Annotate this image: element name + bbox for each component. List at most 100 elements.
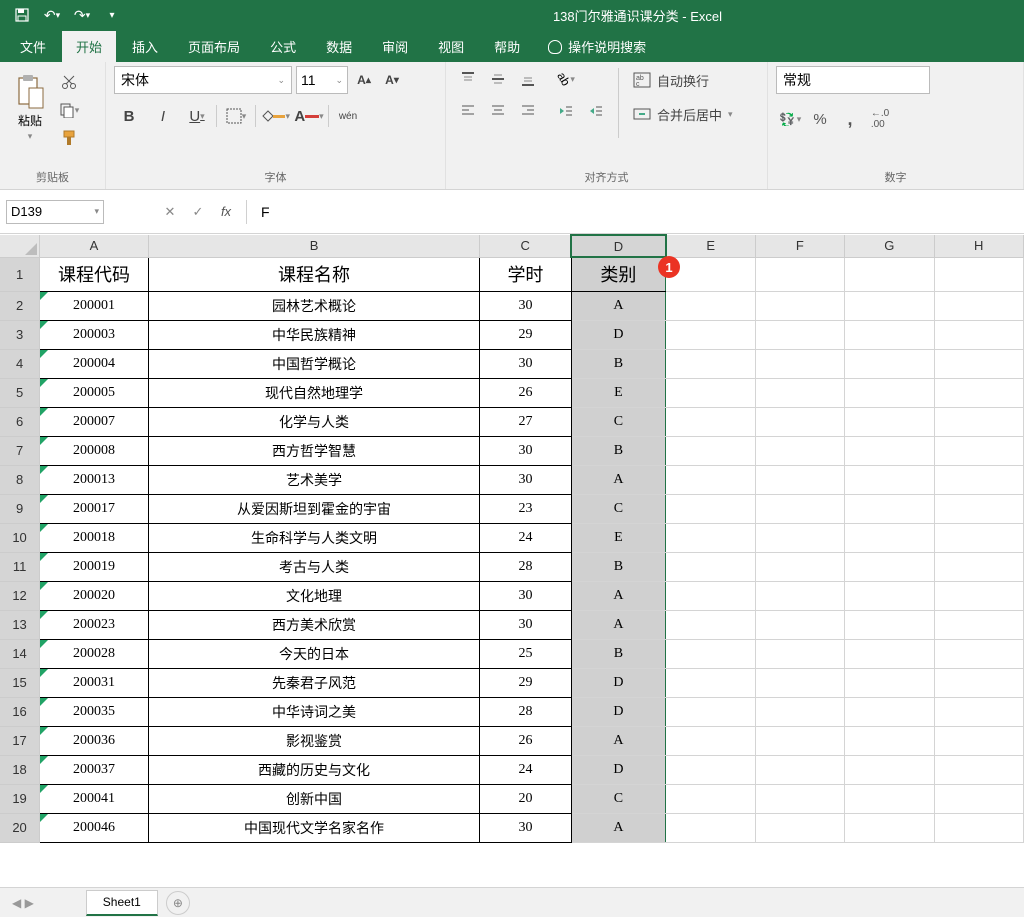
row-header-12[interactable]: 12 — [0, 581, 40, 610]
empty-cell[interactable] — [845, 668, 934, 697]
empty-cell[interactable] — [755, 378, 844, 407]
align-left-button[interactable] — [454, 98, 482, 124]
empty-cell[interactable] — [934, 523, 1024, 552]
cell-c18[interactable]: 24 — [480, 755, 571, 784]
header-cell[interactable]: 课程名称 — [148, 257, 479, 291]
cell-a9[interactable]: 200017 — [40, 494, 149, 523]
empty-cell[interactable] — [666, 494, 755, 523]
empty-cell[interactable] — [934, 552, 1024, 581]
align-center-button[interactable] — [484, 98, 512, 124]
cell-d3[interactable]: D — [571, 320, 666, 349]
cell-c14[interactable]: 25 — [480, 639, 571, 668]
cell-b14[interactable]: 今天的日本 — [148, 639, 479, 668]
cell-a16[interactable]: 200035 — [40, 697, 149, 726]
empty-cell[interactable] — [934, 610, 1024, 639]
empty-cell[interactable] — [755, 784, 844, 813]
tell-me-search[interactable]: 操作说明搜索 — [536, 31, 658, 62]
cell-a4[interactable]: 200004 — [40, 349, 149, 378]
empty-cell[interactable] — [845, 610, 934, 639]
empty-cell[interactable] — [666, 465, 755, 494]
fill-color-button[interactable]: ▾ — [260, 102, 290, 130]
row-header-3[interactable]: 3 — [0, 320, 40, 349]
row-header-1[interactable]: 1 — [0, 257, 40, 291]
empty-cell[interactable] — [666, 697, 755, 726]
cell-b9[interactable]: 从爱因斯坦到霍金的宇宙 — [148, 494, 479, 523]
cell-c4[interactable]: 30 — [480, 349, 571, 378]
cell-b12[interactable]: 文化地理 — [148, 581, 479, 610]
empty-cell[interactable] — [666, 813, 755, 842]
empty-cell[interactable] — [845, 726, 934, 755]
copy-button[interactable]: ▾ — [56, 98, 82, 122]
row-header-2[interactable]: 2 — [0, 291, 40, 320]
header-cell[interactable]: 类别 — [571, 257, 666, 291]
empty-cell[interactable] — [755, 697, 844, 726]
row-header-4[interactable]: 4 — [0, 349, 40, 378]
column-header-G[interactable]: G — [845, 235, 934, 257]
empty-cell[interactable] — [666, 320, 755, 349]
cell-a7[interactable]: 200008 — [40, 436, 149, 465]
empty-cell[interactable] — [934, 697, 1024, 726]
cell-d6[interactable]: C — [571, 407, 666, 436]
cell-b7[interactable]: 西方哲学智慧 — [148, 436, 479, 465]
empty-cell[interactable] — [934, 494, 1024, 523]
empty-cell[interactable] — [845, 494, 934, 523]
cell-c13[interactable]: 30 — [480, 610, 571, 639]
empty-cell[interactable] — [755, 407, 844, 436]
cell-d9[interactable]: C — [571, 494, 666, 523]
tab-page-layout[interactable]: 页面布局 — [174, 31, 254, 62]
cell-d16[interactable]: D — [571, 697, 666, 726]
empty-cell[interactable] — [666, 552, 755, 581]
empty-cell[interactable] — [934, 291, 1024, 320]
empty-cell[interactable] — [845, 523, 934, 552]
cell-a14[interactable]: 200028 — [40, 639, 149, 668]
spreadsheet-grid[interactable]: 1 ABCDEFGH1课程代码课程名称学时类别2200001园林艺术概论30A3… — [0, 234, 1024, 887]
cell-d8[interactable]: A — [571, 465, 666, 494]
tab-formulas[interactable]: 公式 — [256, 31, 310, 62]
enter-formula-button[interactable]: ✓ — [184, 200, 212, 224]
align-right-button[interactable] — [514, 98, 542, 124]
cell-c8[interactable]: 30 — [480, 465, 571, 494]
empty-cell[interactable] — [845, 291, 934, 320]
cell-d10[interactable]: E — [571, 523, 666, 552]
cell-c7[interactable]: 30 — [480, 436, 571, 465]
font-name-selector[interactable]: 宋体⌄ — [114, 66, 292, 94]
empty-cell[interactable] — [755, 349, 844, 378]
increase-font-size-button[interactable]: A▴ — [352, 66, 376, 94]
row-header-13[interactable]: 13 — [0, 610, 40, 639]
increase-indent-button[interactable] — [582, 98, 610, 124]
select-all-corner[interactable] — [0, 235, 40, 257]
empty-cell[interactable] — [845, 755, 934, 784]
cell-a11[interactable]: 200019 — [40, 552, 149, 581]
cell-a3[interactable]: 200003 — [40, 320, 149, 349]
empty-cell[interactable] — [845, 257, 934, 291]
cell-a18[interactable]: 200037 — [40, 755, 149, 784]
empty-cell[interactable] — [934, 755, 1024, 784]
qat-customize[interactable]: ▾ — [98, 4, 126, 26]
cell-b13[interactable]: 西方美术欣赏 — [148, 610, 479, 639]
empty-cell[interactable] — [666, 349, 755, 378]
increase-decimal-button[interactable]: ←.0.00 — [866, 106, 894, 132]
column-header-E[interactable]: E — [666, 235, 755, 257]
empty-cell[interactable] — [934, 349, 1024, 378]
borders-button[interactable]: ▾ — [221, 102, 251, 130]
cell-d7[interactable]: B — [571, 436, 666, 465]
empty-cell[interactable] — [755, 813, 844, 842]
empty-cell[interactable] — [755, 465, 844, 494]
cell-b17[interactable]: 影视鉴赏 — [148, 726, 479, 755]
row-header-20[interactable]: 20 — [0, 813, 40, 842]
empty-cell[interactable] — [666, 755, 755, 784]
cell-d13[interactable]: A — [571, 610, 666, 639]
row-header-19[interactable]: 19 — [0, 784, 40, 813]
undo-button[interactable]: ↶▾ — [38, 4, 66, 26]
header-cell[interactable]: 课程代码 — [40, 257, 149, 291]
underline-button[interactable]: U▾ — [182, 102, 212, 130]
empty-cell[interactable] — [666, 726, 755, 755]
cell-d15[interactable]: D — [571, 668, 666, 697]
cell-d12[interactable]: A — [571, 581, 666, 610]
cell-a17[interactable]: 200036 — [40, 726, 149, 755]
empty-cell[interactable] — [755, 257, 844, 291]
cell-d18[interactable]: D — [571, 755, 666, 784]
comma-button[interactable]: , — [836, 106, 864, 132]
empty-cell[interactable] — [755, 523, 844, 552]
cell-c20[interactable]: 30 — [480, 813, 571, 842]
